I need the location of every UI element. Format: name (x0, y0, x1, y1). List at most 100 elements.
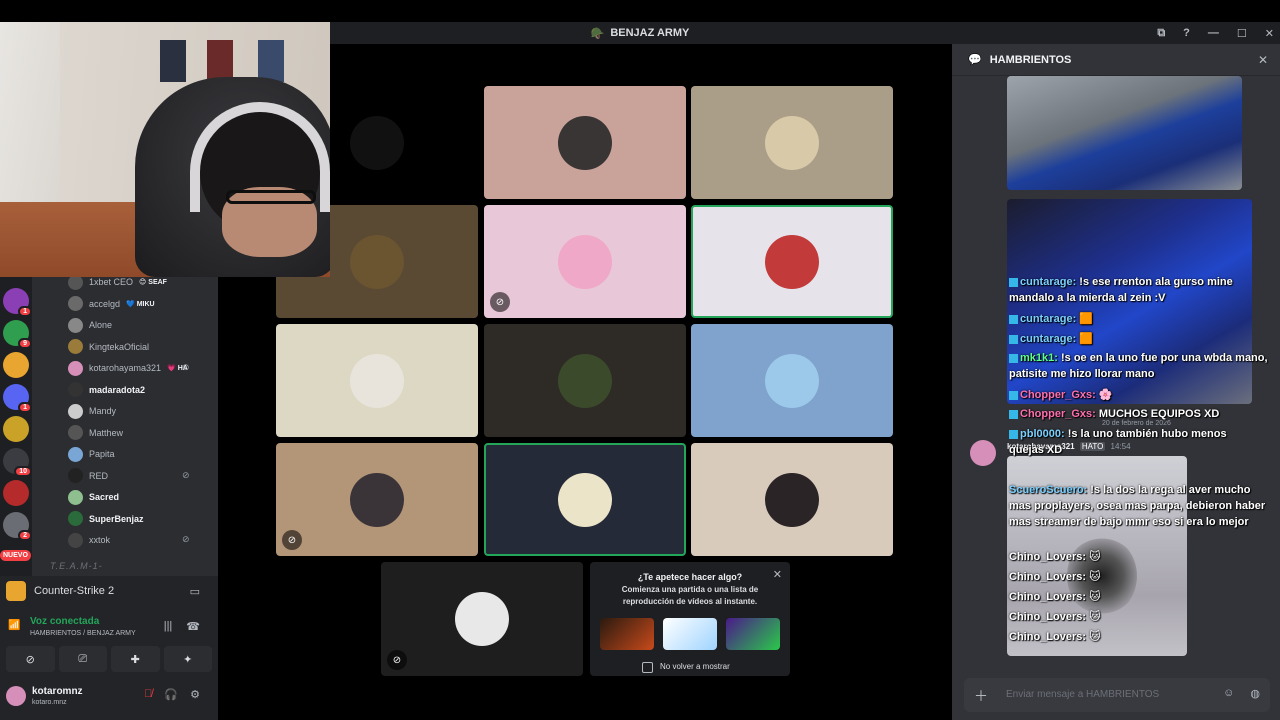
participant-tile[interactable] (484, 324, 686, 437)
voice-member[interactable]: Alone (68, 315, 112, 335)
participant-tile[interactable] (691, 443, 893, 556)
new-badge: NUEVO (0, 550, 31, 561)
emoji-icon[interactable]: ☺ (1223, 687, 1234, 700)
user-avatar[interactable] (6, 686, 26, 706)
stream-chat-line: mandalo a la mierda al zein :V (1009, 292, 1166, 304)
signal-icon[interactable]: 📶 (8, 620, 20, 631)
mic-muted-icon[interactable]: 🎙̸ (144, 688, 152, 701)
add-attachment-icon[interactable]: ＋ (974, 686, 988, 706)
noise-suppression-icon[interactable]: ||| (164, 620, 173, 633)
close-icon[interactable]: ✕ (773, 568, 782, 581)
participant-tile[interactable]: ⊘ (276, 443, 478, 556)
close-chat-icon[interactable]: ✕ (1258, 53, 1268, 67)
participant-tile[interactable] (691, 205, 893, 318)
participant-tile[interactable] (276, 324, 478, 437)
camera-off-button[interactable]: ⊘ (6, 646, 55, 672)
message-tag: HATO (1079, 442, 1106, 451)
mic-muted-icon: ⊘ (182, 534, 190, 544)
cat-emote-icon: 🐱 (1086, 611, 1101, 623)
mic-muted-icon: ⊘ (182, 362, 190, 372)
chat-username: Chopper_Gxs: (1020, 408, 1096, 420)
member-name: Papita (89, 449, 115, 459)
sticker-icon[interactable]: ◍ (1250, 687, 1260, 700)
headphones-icon[interactable]: 🎧 (164, 688, 178, 701)
server-icon[interactable]: 9 (3, 320, 32, 349)
close-button[interactable]: ✕ (1265, 27, 1274, 40)
participant-tile[interactable] (484, 86, 686, 199)
dont-show-checkbox[interactable] (642, 662, 653, 673)
webcam-overlay (0, 22, 330, 277)
activity-card[interactable] (600, 618, 654, 650)
minimize-button[interactable]: — (1208, 27, 1219, 39)
message-input[interactable]: ＋ Enviar mensaje a HAMBRIENTOS ☺ ◍ (964, 678, 1270, 712)
settings-gear-icon[interactable]: ⚙ (190, 688, 200, 701)
voice-member[interactable]: SuperBenjaz (68, 509, 144, 529)
stream-chat-line: Chino_Lovers: 🐱 (1009, 630, 1101, 643)
muted-icon: ⊘ (490, 292, 510, 312)
voice-member[interactable]: madaradota2 (68, 380, 145, 400)
cat-emote-icon: 🐱 (1086, 591, 1101, 603)
chat-text: !s oe en la uno fue por una wbda mano, (1057, 352, 1268, 364)
disconnect-icon[interactable]: ☎ (186, 620, 200, 633)
participant-tile[interactable]: ⊘ (381, 562, 583, 676)
window-title: 🪖 BENJAZ ARMY (591, 27, 690, 40)
server-icon[interactable] (3, 352, 29, 378)
team-channel[interactable]: T.E.A.M-1- (50, 561, 103, 571)
voice-member[interactable]: KingtekaOficial (68, 337, 149, 357)
muted-icon: ⊘ (282, 530, 302, 550)
screen-share-icon[interactable]: ⧉ (1157, 27, 1165, 40)
member-avatar (68, 446, 83, 462)
chat-badge-icon (1009, 390, 1018, 400)
chat-username: Chino_Lovers: (1009, 631, 1087, 643)
participant-tile[interactable] (691, 324, 893, 437)
voice-member[interactable]: Papita (68, 444, 115, 464)
server-icon[interactable]: 1 (3, 288, 32, 317)
participant-avatar (765, 353, 819, 408)
voice-member[interactable]: Mandy (68, 401, 116, 421)
server-icon: 🪖 (590, 27, 605, 40)
voice-member[interactable]: RED (68, 466, 108, 486)
server-icon[interactable]: 2 (3, 512, 32, 541)
voice-location[interactable]: HAMBRIENTOS / BENJAZ ARMY (30, 630, 136, 637)
member-avatar (68, 532, 83, 548)
member-name: SuperBenjaz (89, 513, 144, 524)
voice-status[interactable]: Voz conectada (30, 616, 99, 627)
screen-share-button[interactable]: ⎚ (58, 646, 107, 672)
message-avatar[interactable] (970, 440, 996, 466)
participant-tile[interactable]: ⊘ (484, 205, 686, 318)
voice-member[interactable]: accelgd 💙 MIKU (68, 294, 155, 314)
voice-member[interactable]: xxtok (68, 530, 110, 550)
stream-chat-line: quejas XD (1009, 444, 1062, 456)
voice-member[interactable]: Sacred (68, 487, 119, 507)
participant-tile[interactable] (691, 86, 893, 199)
server-icon[interactable] (3, 416, 29, 442)
monitor-icon[interactable]: ▭ (190, 585, 200, 598)
voice-member[interactable]: Matthew (68, 423, 123, 443)
mention-badge: 2 (18, 530, 32, 541)
car-image-1[interactable] (1007, 76, 1242, 190)
mic-muted-icon: ⊘ (182, 469, 190, 480)
chat-username: Chino_Lovers: (1009, 551, 1087, 563)
participant-avatar (765, 234, 819, 289)
member-avatar (68, 468, 83, 483)
chat-channel-name: HAMBRIENTOS (989, 53, 1072, 66)
activities-button[interactable]: ✚ (111, 646, 160, 672)
chat-username: Chino_Lovers: (1009, 611, 1087, 623)
activity-card[interactable] (726, 618, 780, 650)
user-name[interactable]: kotaromnz (32, 686, 83, 697)
maximize-button[interactable]: ☐ (1237, 27, 1247, 40)
window-title-text: BENJAZ ARMY (610, 27, 690, 39)
server-icon[interactable]: 10 (3, 448, 32, 477)
participant-avatar (765, 115, 819, 170)
activity-card[interactable] (663, 618, 717, 650)
voice-member[interactable]: kotarohayama321 💗 HA (68, 358, 188, 378)
server-icon[interactable]: 1 (3, 384, 32, 413)
help-icon[interactable]: ? (1183, 27, 1190, 39)
server-icon[interactable] (3, 480, 29, 506)
stream-chat-line: Chopper_Gxs: MUCHOS EQUIPOS XD (1009, 408, 1219, 420)
participant-tile[interactable] (484, 443, 686, 556)
soundboard-button[interactable]: ✦ (163, 646, 212, 672)
member-name: xxtok (89, 535, 111, 545)
game-activity[interactable]: Counter-Strike 2 ▭ (0, 576, 218, 606)
chat-text: !s ese rrenton ala gurso mine (1076, 276, 1233, 288)
